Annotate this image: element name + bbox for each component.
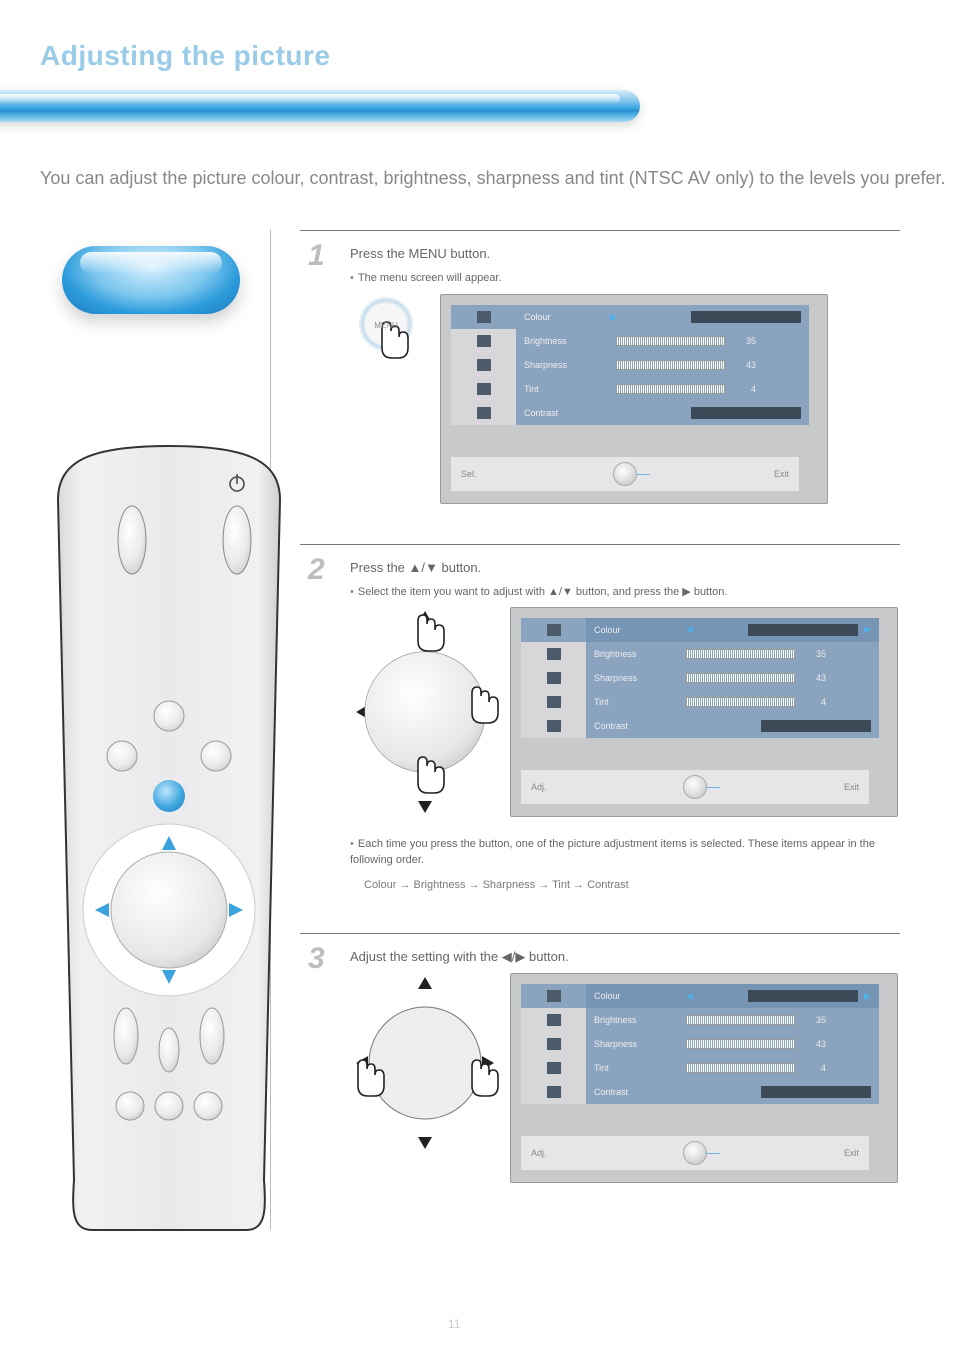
features-icon xyxy=(547,696,561,708)
step-2: 2 Press the ▲/▼ button. •Select the item… xyxy=(300,544,900,933)
step-heading: Press the ▲/▼ button. xyxy=(350,559,900,578)
osd-guide-exit: Exit xyxy=(844,782,859,792)
osd-guide-sel: Sel. xyxy=(461,469,477,479)
osd-guide-exit: Exit xyxy=(844,1148,859,1158)
setup-icon xyxy=(477,359,491,371)
nav-updown-illustration xyxy=(350,607,500,822)
step-number: 1 xyxy=(308,239,325,273)
picture-icon xyxy=(547,990,561,1002)
osd-screenshot-2: Colour◀▶ Brightness35 Sharpness43 Tint4 … xyxy=(510,607,898,817)
svg-text:MENU: MENU xyxy=(374,321,398,330)
step-1: 1 Press the MENU button. •The menu scree… xyxy=(300,230,900,544)
picture-icon xyxy=(477,311,491,323)
osd-guide-adj: Adj. xyxy=(531,782,547,792)
section-badge xyxy=(62,246,240,314)
setup-icon xyxy=(547,1038,561,1050)
osd-guide-exit: Exit xyxy=(774,469,789,479)
step-heading: Adjust the setting with the ◀/▶ button. xyxy=(350,948,900,967)
step-sequence: Colour → Brightness → Sharpness → Tint →… xyxy=(364,877,900,894)
page-title: Adjusting the picture xyxy=(40,40,331,72)
features-icon xyxy=(477,383,491,395)
nav-knob-icon xyxy=(683,1141,707,1165)
step-subtext: •The menu screen will appear. xyxy=(350,270,900,287)
osd-screenshot-3: Colour◀▶ Brightness35 Sharpness43 Tint4 … xyxy=(510,973,898,1183)
steps-column: 1 Press the MENU button. •The menu scree… xyxy=(300,230,900,1223)
sound-icon xyxy=(477,335,491,347)
install-icon xyxy=(547,720,561,732)
step-subtext: •Each time you press the button, one of … xyxy=(350,836,900,869)
nav-knob-icon xyxy=(613,462,637,486)
header-bar xyxy=(0,90,640,122)
features-icon xyxy=(547,1062,561,1074)
step-heading: Press the MENU button. xyxy=(350,245,900,264)
press-menu-illustration: MENU xyxy=(350,294,430,399)
page-subtitle: You can adjust the picture colour, contr… xyxy=(40,168,946,189)
step-number: 3 xyxy=(308,942,325,976)
step-number: 2 xyxy=(308,553,325,587)
step-subtext: •Select the item you want to adjust with… xyxy=(350,584,900,601)
osd-guide-adj: Adj. xyxy=(531,1148,547,1158)
nav-knob-icon xyxy=(683,775,707,799)
osd-screenshot-1: Colour▶ Brightness35 Sharpness43 Tint4 C… xyxy=(440,294,828,504)
page-number: 11 xyxy=(448,1317,460,1331)
install-icon xyxy=(477,407,491,419)
install-icon xyxy=(547,1086,561,1098)
step-3: 3 Adjust the setting with the ◀/▶ button… xyxy=(300,933,900,1223)
remote-illustration xyxy=(52,440,286,1240)
setup-icon xyxy=(547,672,561,684)
nav-leftright-illustration xyxy=(350,973,500,1158)
picture-icon xyxy=(547,624,561,636)
sound-icon xyxy=(547,648,561,660)
sound-icon xyxy=(547,1014,561,1026)
